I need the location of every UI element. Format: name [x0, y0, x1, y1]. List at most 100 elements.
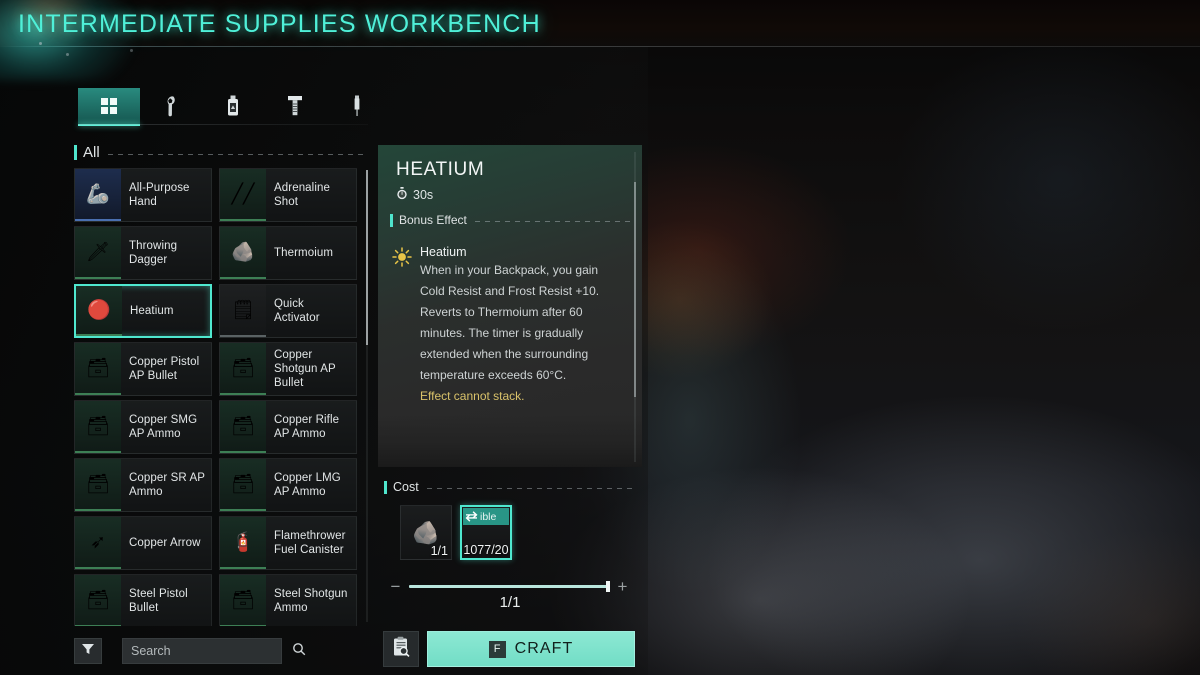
recipe-item[interactable]: 🗃 Steel Shotgun Ammo — [219, 574, 357, 626]
recipe-item[interactable]: 🦾 All-Purpose Hand — [74, 168, 212, 222]
recipe-item[interactable]: 🧯 Flamethrower Fuel Canister — [219, 516, 357, 570]
list-scrollbar-thumb[interactable] — [366, 170, 368, 345]
recipe-item[interactable]: 🗃 Copper SR AP Ammo — [74, 458, 212, 512]
recipe-item-label: Copper Arrow — [129, 537, 201, 549]
recipe-item-icon: 🪨 — [220, 227, 266, 279]
craft-key-hint: F — [488, 640, 506, 658]
tab-all[interactable] — [78, 88, 140, 126]
tabs-underline — [78, 124, 368, 125]
recipe-item-label: Steel Shotgun Ammo — [274, 588, 348, 614]
item-glyph-icon: 🗃 — [85, 415, 111, 437]
item-glyph-icon: 🗃 — [230, 357, 256, 379]
recipe-item[interactable]: ➶ Copper Arrow — [74, 516, 212, 570]
recipe-item[interactable]: 🪨 Thermoium — [219, 226, 357, 280]
cost-slot-count: 1077/20 — [463, 543, 509, 557]
item-glyph-icon: 🗃 — [85, 589, 111, 611]
cost-slot[interactable]: ible 1077/20 — [460, 505, 512, 560]
recipe-item-icon: 🗃 — [75, 459, 121, 511]
clipboard-search-icon — [391, 636, 411, 663]
recipe-item-label: Thermoium — [274, 247, 334, 259]
decrement-button[interactable]: − — [390, 578, 401, 595]
tab-medical[interactable] — [326, 88, 388, 124]
search-box[interactable] — [122, 638, 306, 664]
recipe-item-label: Quick Activator — [274, 298, 320, 324]
slider-knob[interactable] — [606, 581, 610, 592]
item-glyph-icon: 🗃 — [230, 589, 256, 611]
recipe-item-icon: 🧯 — [220, 517, 266, 569]
recipe-item-icon: ➶ — [75, 517, 121, 569]
item-glyph-icon: 🗃 — [230, 473, 256, 495]
decor-dot — [66, 53, 69, 56]
item-glyph-icon: ➶ — [90, 531, 106, 553]
decor-dot — [39, 42, 42, 45]
recipe-item[interactable]: 🗒 Quick Activator — [219, 284, 357, 338]
recipe-item-icon: 🗃 — [75, 343, 121, 395]
list-header: All — [74, 144, 366, 161]
recipe-item-icon: 🦾 — [75, 169, 121, 221]
recipe-grid: 🦾 All-Purpose Hand ╱╱ Adrenaline Shot 🗡 Throw… — [74, 168, 364, 626]
inspect-button[interactable] — [383, 631, 419, 667]
recipe-item-icon: 🗃 — [220, 459, 266, 511]
quantity-slider[interactable]: − + — [390, 578, 628, 595]
detail-title: HEATIUM — [396, 159, 485, 180]
item-glyph-icon: 🧯 — [231, 531, 255, 553]
recipe-item-label: Adrenaline Shot — [274, 182, 330, 208]
bottle-icon — [224, 94, 242, 118]
bolt-icon — [286, 94, 304, 118]
item-glyph-icon: 🦾 — [86, 183, 110, 205]
recipe-item[interactable]: 🗃 Steel Pistol Bullet — [74, 574, 212, 626]
recipe-item[interactable]: 🔴 Heatium — [74, 284, 212, 338]
recipe-item-label: Heatium — [130, 305, 174, 317]
recipe-item-label: Copper Pistol AP Bullet — [129, 356, 200, 382]
item-glyph-icon: 🗡 — [85, 241, 111, 263]
grid-icon — [98, 95, 120, 117]
recipe-item[interactable]: 🗃 Copper Rifle AP Ammo — [219, 400, 357, 454]
recipe-item-label: Flamethrower Fuel Canister — [274, 530, 346, 556]
dashed-rule — [474, 221, 630, 222]
effect-block: Heatium When in your Backpack, you gain … — [392, 245, 626, 407]
detail-scrollbar-thumb[interactable] — [634, 182, 636, 397]
effect-warning: Effect cannot stack. — [420, 389, 525, 403]
quantity-value: 1/1 — [499, 594, 521, 611]
search-input[interactable] — [131, 644, 292, 658]
recipe-item-icon: 🔴 — [76, 286, 122, 336]
recipe-item[interactable]: ╱╱ Adrenaline Shot — [219, 168, 357, 222]
craft-button[interactable]: F CRAFT — [427, 631, 635, 667]
recipe-item-label: Steel Pistol Bullet — [129, 588, 188, 614]
detail-panel: HEATIUM 30s Bonus Effect Heatium When in… — [378, 145, 642, 467]
recipe-item-label: Copper Shotgun AP Bullet — [274, 349, 336, 389]
accent-bar-icon — [390, 213, 393, 227]
dashed-rule — [107, 153, 366, 155]
recipe-item[interactable]: 🗃 Copper Pistol AP Bullet — [74, 342, 212, 396]
list-header-label: All — [83, 144, 100, 161]
recipe-item-icon: 🗃 — [75, 575, 121, 626]
recipe-item[interactable]: 🗃 Copper LMG AP Ammo — [219, 458, 357, 512]
recipe-item-label: Copper Rifle AP Ammo — [274, 414, 340, 440]
funnel-icon — [81, 642, 95, 661]
increment-button[interactable]: + — [617, 578, 628, 595]
item-glyph-icon: 🪨 — [231, 241, 255, 263]
tab-tools[interactable] — [140, 88, 202, 124]
tab-parts[interactable] — [264, 88, 326, 124]
cost-item-icon: 🪨 — [412, 519, 440, 545]
bonus-effect-header: Bonus Effect — [390, 213, 630, 227]
cost-header: Cost — [384, 480, 636, 494]
cost-label: Cost — [393, 480, 419, 494]
recipe-item-label: All-Purpose Hand — [129, 182, 190, 208]
recipe-item[interactable]: 🗃 Copper Shotgun AP Bullet — [219, 342, 357, 396]
decor-dot — [130, 49, 133, 52]
slider-track[interactable] — [409, 581, 610, 592]
filter-button[interactable] — [74, 638, 102, 664]
accent-bar-icon — [384, 480, 387, 494]
recipe-item-label: Copper SR AP Ammo — [129, 472, 205, 498]
recipe-list[interactable]: 🦾 All-Purpose Hand ╱╱ Adrenaline Shot 🗡 Throw… — [74, 168, 364, 626]
substitutable-label: ible — [480, 510, 497, 523]
magnifier-icon[interactable] — [292, 642, 306, 661]
recipe-item[interactable]: 🗡 Throwing Dagger — [74, 226, 212, 280]
recipe-item-icon: 🗃 — [75, 401, 121, 453]
recipe-item[interactable]: 🗃 Copper SMG AP Ammo — [74, 400, 212, 454]
recipe-item-icon: 🗃 — [220, 401, 266, 453]
sun-icon — [392, 245, 412, 407]
cost-slot[interactable]: 🪨 1/1 — [400, 505, 452, 560]
tab-consumables[interactable] — [202, 88, 264, 124]
